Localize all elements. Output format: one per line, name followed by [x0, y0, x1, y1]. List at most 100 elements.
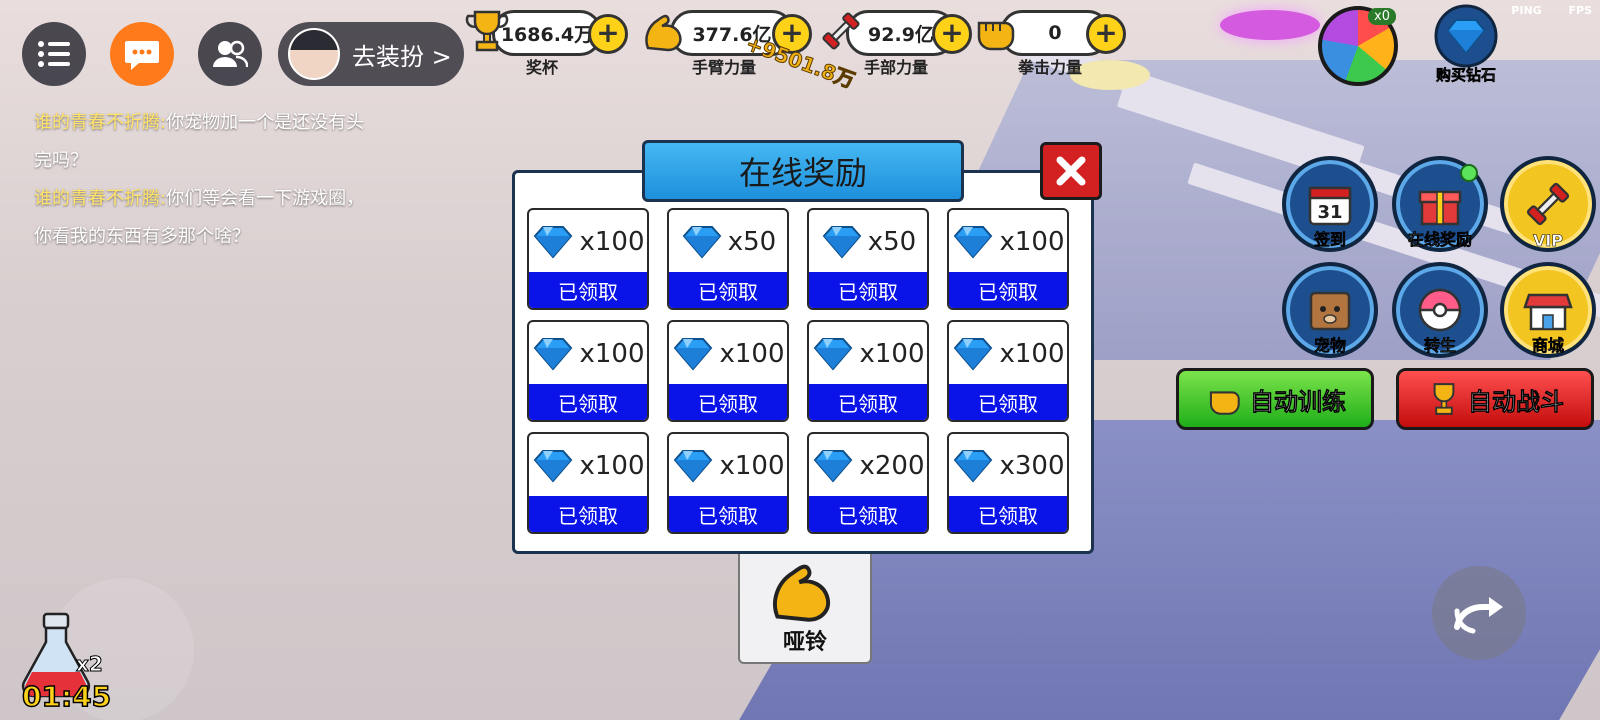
reward-amount: x100: [719, 339, 785, 369]
reward-status: 已领取: [529, 272, 647, 308]
reward-content: x100: [529, 322, 647, 386]
rotate-camera-button[interactable]: [1432, 566, 1526, 660]
reward-slot[interactable]: x100 已领取: [807, 320, 929, 422]
chat-text: 完吗？: [34, 150, 88, 171]
add-hand-strength-button[interactable]: +: [932, 14, 972, 54]
diamond-count: x0: [1368, 8, 1396, 25]
chat-button[interactable]: [110, 22, 174, 86]
fist-icon: [970, 6, 1020, 56]
chat-sender: 谁的青春不折腾:: [34, 112, 167, 133]
reward-slot[interactable]: x50 已领取: [667, 208, 789, 310]
chat-log: 谁的青春不折腾:你宠物加一个是还没有头 完吗？ 谁的青春不折腾:你们等会看一下游…: [34, 104, 474, 256]
reward-status: 已领取: [669, 496, 787, 532]
trophy-icon: [462, 6, 512, 56]
reward-status: 已领取: [669, 384, 787, 420]
currency-hand-strength[interactable]: 92.9亿 + 手部力量: [816, 6, 976, 77]
checkin-label: 签到: [1313, 230, 1347, 250]
shop-button[interactable]: 商城: [1500, 262, 1596, 358]
buy-diamond-button[interactable]: x0 购买钻石: [1368, 4, 1506, 84]
online-reward-button[interactable]: 在线奖励: [1392, 156, 1488, 252]
vip-button[interactable]: VIP: [1500, 156, 1596, 252]
friends-button[interactable]: [198, 22, 262, 86]
chat-text: 你们等会看一下游戏圈，: [166, 188, 365, 209]
reward-slot[interactable]: x100 已领取: [667, 432, 789, 534]
reward-slot[interactable]: x100 已领取: [667, 320, 789, 422]
modal-title: 在线奖励: [642, 140, 964, 202]
ping-label: PING: [1511, 4, 1542, 17]
reward-content: x50: [809, 210, 927, 274]
reward-amount: x100: [579, 227, 645, 257]
auto-train-label: 自动训练: [1250, 387, 1347, 416]
reward-amount: x100: [719, 451, 785, 481]
strength-potion[interactable]: x2 01:45: [16, 612, 112, 714]
reward-slot[interactable]: x200 已领取: [807, 432, 929, 534]
gift-icon: [1418, 190, 1462, 226]
chat-bubble-icon: [125, 41, 159, 70]
avatar: [288, 28, 340, 80]
vip-dumbbell-icon: [1526, 182, 1570, 226]
rebirth-button[interactable]: 转生: [1392, 262, 1488, 358]
chat-text: 你看我的东西有多那个啥？: [34, 226, 250, 247]
close-button[interactable]: [1040, 142, 1102, 200]
reward-content: x100: [669, 434, 787, 498]
dressup-button[interactable]: 去装扮 >: [278, 22, 464, 86]
reward-content: x100: [529, 210, 647, 274]
reward-slot[interactable]: x100 已领取: [527, 320, 649, 422]
reward-slot[interactable]: x100 已领取: [947, 320, 1069, 422]
reward-content: x200: [809, 434, 927, 498]
reward-amount: x100: [859, 339, 925, 369]
bicep-icon: [773, 564, 831, 622]
hand-strength-label: 手部力量: [863, 58, 928, 77]
dumbbell-equip-card[interactable]: 哑铃: [738, 548, 872, 664]
diamond-icon: [954, 226, 993, 259]
reward-content: x300: [949, 434, 1067, 498]
auto-fight-button[interactable]: 自动战斗: [1396, 368, 1594, 430]
rebirth-label: 转生: [1423, 336, 1457, 356]
currency-punch-strength[interactable]: 0 + 拳击力量: [970, 6, 1130, 77]
reward-slot[interactable]: x100 已领取: [947, 208, 1069, 310]
reward-content: x100: [529, 434, 647, 498]
pet-icon: [1309, 291, 1351, 331]
chat-line: 完吗？: [34, 142, 474, 180]
bicep-icon: [640, 6, 690, 56]
add-trophy-button[interactable]: +: [588, 14, 628, 54]
diamond-icon: [954, 338, 993, 371]
reward-slot[interactable]: x100 已领取: [527, 432, 649, 534]
shop-icon: [1523, 293, 1573, 331]
diamond-icon: [822, 226, 862, 259]
diamond-icon: [534, 226, 573, 259]
punch-strength-value: 0: [1048, 22, 1062, 44]
menu-button[interactable]: [22, 22, 86, 86]
checkin-button[interactable]: 31 签到: [1282, 156, 1378, 252]
reward-amount: x100: [579, 339, 645, 369]
chat-line: 谁的青春不折腾:你们等会看一下游戏圈，: [34, 180, 474, 218]
shop-label: 商城: [1531, 336, 1565, 356]
diamond-icon: [534, 450, 573, 483]
currency-trophy[interactable]: 1686.4万 + 奖杯: [462, 6, 628, 77]
potion-timer: 01:45: [21, 679, 112, 714]
diamond-icon: [814, 338, 853, 371]
diamond-icon: [1434, 4, 1498, 68]
diamond-icon: [534, 338, 573, 371]
reward-status: 已领取: [949, 496, 1067, 532]
pet-button[interactable]: 宠物: [1282, 262, 1378, 358]
vip-label: VIP: [1532, 231, 1564, 251]
auto-train-button[interactable]: 自动训练: [1176, 368, 1374, 430]
friends-icon: [213, 40, 248, 68]
diamond-icon: [674, 450, 713, 483]
reward-status: 已领取: [529, 384, 647, 420]
reward-slot[interactable]: x300 已领取: [947, 432, 1069, 534]
reward-amount: x100: [999, 227, 1065, 257]
add-punch-strength-button[interactable]: +: [1086, 14, 1126, 54]
pet-label: 宠物: [1313, 336, 1347, 356]
reward-slot[interactable]: x50 已领取: [807, 208, 929, 310]
reward-status: 已领取: [529, 496, 647, 532]
reward-status: 已领取: [809, 384, 927, 420]
rebirth-icon: [1418, 288, 1462, 332]
reward-amount: x50: [727, 227, 777, 257]
reward-content: x100: [949, 322, 1067, 386]
reward-status: 已领取: [809, 496, 927, 532]
reward-amount: x100: [579, 451, 645, 481]
reward-slot[interactable]: x100 已领取: [527, 208, 649, 310]
diamond-icon: [954, 450, 993, 483]
